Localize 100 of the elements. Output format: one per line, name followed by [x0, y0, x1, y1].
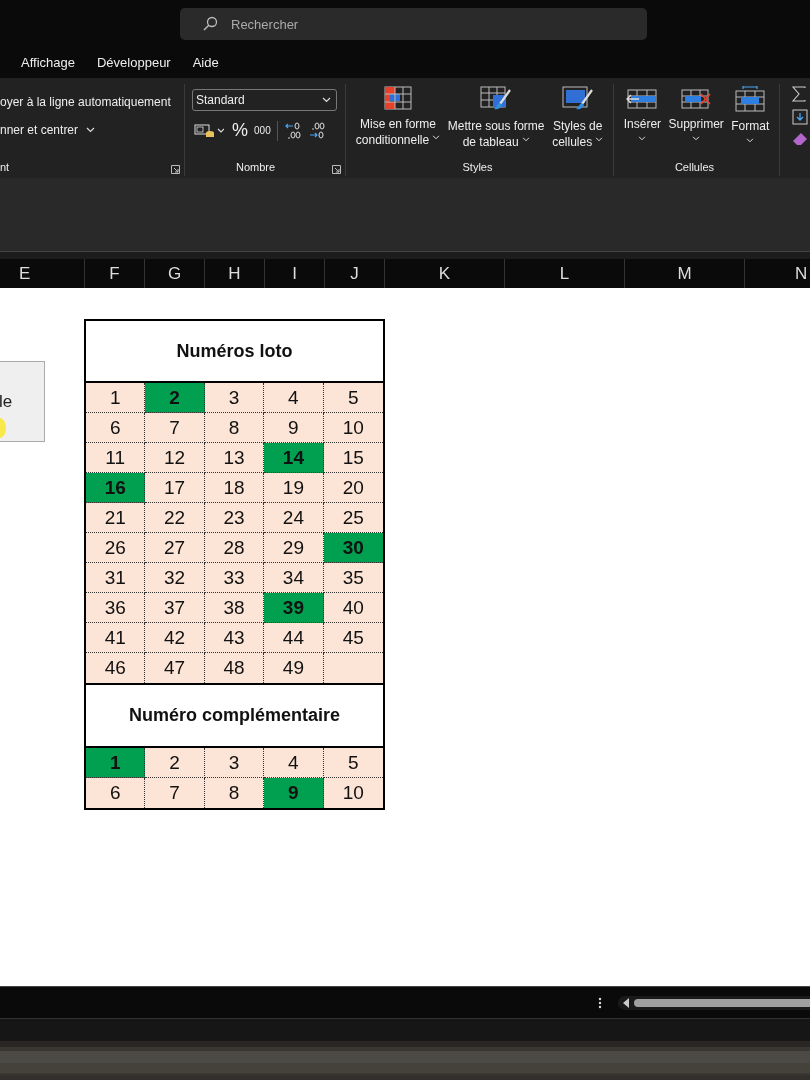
- number-cell: 3: [204, 383, 265, 413]
- sum-icon[interactable]: [792, 86, 806, 102]
- ribbon-button[interactable]: Mise en forme conditionnelle: [353, 84, 443, 158]
- number-cell: 9: [264, 778, 324, 808]
- number-cell: 36: [86, 593, 146, 623]
- number-cell: 2: [145, 383, 205, 413]
- caret-icon[interactable]: [86, 127, 96, 133]
- number-cell: 27: [145, 533, 205, 563]
- number-cell: 2: [145, 748, 205, 778]
- eraser-icon[interactable]: [792, 132, 808, 146]
- number-cell: 31: [86, 563, 146, 593]
- number-cell: 1: [86, 748, 146, 778]
- scroll-left-icon[interactable]: [622, 997, 630, 1008]
- number-cell: 33: [204, 563, 265, 593]
- accounting-icon[interactable]: [194, 122, 224, 139]
- number-cell: 44: [264, 623, 324, 653]
- number-cell: 39: [264, 593, 324, 623]
- number-cell: 18: [204, 473, 265, 503]
- number-cell: 6: [86, 413, 146, 443]
- conditional-format-icon: [384, 86, 412, 110]
- sheet-button[interactable]: le: [0, 361, 45, 442]
- search-field[interactable]: Rechercher: [180, 8, 647, 40]
- number-cell: 5: [323, 748, 383, 778]
- number-cell: 40: [323, 593, 383, 623]
- number-cell: 45: [323, 623, 383, 653]
- ribbon-button[interactable]: Format: [729, 84, 772, 158]
- dialog-launcher-icon[interactable]: [332, 164, 341, 174]
- ribbon-button[interactable]: Supprimer: [666, 84, 726, 158]
- number-cell: 4: [264, 383, 324, 413]
- more-icon[interactable]: [598, 996, 602, 1009]
- number-cell: 30: [323, 533, 383, 563]
- number-cell: 35: [323, 563, 383, 593]
- number-cell: 28: [204, 533, 265, 563]
- ribbon-button[interactable]: Insérer: [621, 84, 664, 158]
- number-cell: 9: [264, 413, 324, 443]
- cell-styles-icon: [561, 86, 594, 112]
- number-cell: 25: [323, 503, 383, 533]
- number-cell: 24: [264, 503, 324, 533]
- increase-decimal-icon[interactable]: [283, 121, 302, 140]
- percent-button[interactable]: %: [232, 120, 248, 141]
- number-cell: 16: [86, 473, 146, 503]
- scroll-thumb[interactable]: [634, 998, 810, 1007]
- group-label: Cellules: [674, 161, 715, 173]
- number-cell: 37: [145, 593, 205, 623]
- number-cell: 42: [145, 623, 205, 653]
- search-field[interactable]: Rechercher: [229, 15, 533, 33]
- number-cell: 1: [86, 383, 146, 413]
- number-cell: 34: [264, 563, 324, 593]
- horizontal-scrollbar[interactable]: [618, 995, 810, 1010]
- number-cell: 41: [86, 623, 146, 653]
- insert-cells-icon: [625, 86, 660, 110]
- number-cell: 43: [204, 623, 265, 653]
- caret-icon: [595, 137, 604, 142]
- number-cell: 46: [86, 653, 146, 683]
- thousands-button[interactable]: 000: [254, 125, 271, 136]
- number-cell: 13: [204, 443, 265, 473]
- number-cell: 23: [204, 503, 265, 533]
- menu-tab[interactable]: Développeur: [96, 55, 171, 70]
- number-cell: 5: [323, 383, 383, 413]
- caret-icon: [746, 138, 755, 143]
- dialog-launcher-icon[interactable]: [171, 164, 180, 174]
- number-cell: 3: [204, 748, 265, 778]
- number-cell: 8: [204, 778, 265, 808]
- group-label: Styles: [462, 161, 493, 173]
- number-cell: 7: [145, 778, 205, 808]
- ribbon-button[interactable]: Mettre sous forme de tableau: [445, 84, 547, 158]
- number-cell: 10: [323, 413, 383, 443]
- decrease-decimal-icon[interactable]: [307, 121, 326, 140]
- number-cell: 22: [145, 503, 205, 533]
- number-cell: 12: [145, 443, 205, 473]
- caret-icon: [521, 137, 530, 142]
- fill-down-icon[interactable]: [792, 109, 808, 125]
- table-brush-icon: [480, 86, 513, 112]
- number-cell: 47: [145, 653, 205, 683]
- number-cell: 6: [86, 778, 146, 808]
- number-cell: 32: [145, 563, 205, 593]
- merge-center-button[interactable]: nner et centrer: [0, 123, 184, 137]
- number-cell: 14: [264, 443, 324, 473]
- ribbon-button[interactable]: Styles de cellules: [550, 84, 606, 158]
- menu-tab[interactable]: Affichage: [21, 55, 75, 70]
- number-format-dropdown[interactable]: Standard: [192, 89, 337, 111]
- group-label: Nombre: [236, 161, 276, 173]
- caret-icon: [638, 136, 647, 141]
- menu-tab[interactable]: Aide: [192, 55, 219, 70]
- number-cell: 21: [86, 503, 146, 533]
- caret-icon: [692, 136, 701, 141]
- number-cell: 15: [323, 443, 383, 473]
- format-cells-icon: [735, 86, 766, 112]
- delete-cells-icon: [679, 86, 714, 110]
- caret-icon: [432, 135, 441, 140]
- number-cell: 26: [86, 533, 146, 563]
- wrap-text-button[interactable]: oyer à la ligne automatiquement: [0, 95, 184, 109]
- cursor-highlight-icon: [0, 418, 6, 438]
- number-cell: 17: [145, 473, 205, 503]
- column-header[interactable]: N: [745, 259, 810, 288]
- number-cell: 4: [264, 748, 324, 778]
- group-label: nt: [0, 161, 10, 173]
- caret-icon: [322, 97, 331, 103]
- search-icon: [202, 16, 218, 32]
- number-cell: 29: [264, 533, 324, 563]
